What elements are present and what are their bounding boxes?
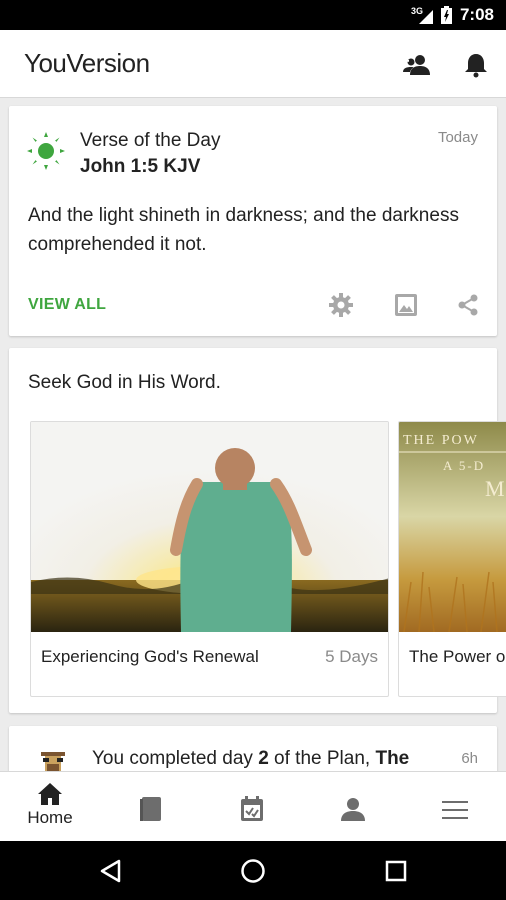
home-circle-icon[interactable] — [238, 856, 268, 886]
verse-reference[interactable]: John 1:5 KJV — [80, 156, 200, 178]
plans-heading: Seek God in His Word. — [28, 372, 221, 393]
settings-icon[interactable] — [328, 292, 354, 318]
activity-plan-name: The — [375, 748, 410, 769]
nav-plans[interactable] — [202, 772, 302, 842]
sun-icon — [27, 132, 65, 170]
plan-image — [31, 422, 388, 632]
votd-label: Verse of the Day — [80, 130, 221, 151]
plans-icon — [241, 796, 263, 821]
plan-title: Experiencing God's Renewal — [41, 647, 259, 666]
status-bar: 3G 7:08 — [0, 0, 506, 30]
activity-prefix: You completed day — [92, 748, 259, 769]
plan-duration: 5 Days — [325, 647, 378, 666]
nav-home[interactable]: Home — [0, 772, 100, 842]
notifications-icon[interactable] — [461, 50, 491, 80]
plans-card: Seek God in His Word. Experiencing God's… — [9, 348, 506, 713]
plan-tile[interactable]: THE POW A 5-D M The Power o — [398, 421, 506, 697]
app-title: YouVersion — [24, 48, 150, 78]
clock: 7:08 — [459, 5, 494, 24]
activity-middle: of the Plan, — [268, 748, 376, 769]
plan-image: THE POW A 5-D M — [399, 422, 506, 632]
signal-icon: 3G — [411, 6, 433, 24]
verse-of-the-day-card[interactable]: Verse of the Day John 1:5 KJV Today And … — [9, 106, 497, 336]
verse-text[interactable]: And the light shineth in darkness; and t… — [28, 201, 483, 259]
friends-icon[interactable] — [402, 50, 432, 80]
plan-image-title: THE POW — [403, 433, 479, 448]
image-icon[interactable] — [393, 292, 419, 318]
battery-icon — [440, 6, 452, 24]
system-nav-bar — [0, 841, 506, 900]
profile-icon — [341, 798, 365, 821]
menu-icon — [442, 801, 468, 819]
plan-image-subtitle: A 5-D — [443, 458, 485, 473]
back-icon[interactable] — [96, 856, 126, 886]
nav-bible[interactable] — [101, 772, 201, 842]
recents-icon[interactable] — [381, 856, 411, 886]
nav-home-label: Home — [27, 808, 73, 827]
nav-menu[interactable] — [405, 772, 505, 842]
bottom-nav: Home — [0, 771, 506, 841]
share-icon[interactable] — [455, 292, 481, 318]
app-bar: YouVersion — [0, 30, 506, 98]
plan-title: The Power o — [409, 647, 506, 666]
votd-date: Today — [437, 129, 478, 146]
plan-tile[interactable]: Experiencing God's Renewal 5 Days — [30, 421, 389, 697]
nav-profile[interactable] — [303, 772, 403, 842]
view-all-button[interactable]: VIEW ALL — [28, 296, 106, 314]
activity-text: You completed day 2 of the Plan, The — [92, 748, 409, 770]
plan-image-letter: M — [485, 476, 505, 501]
home-icon — [38, 783, 62, 805]
activity-day: 2 — [258, 748, 269, 769]
activity-time: 6h — [461, 750, 478, 767]
bible-icon — [140, 797, 161, 821]
